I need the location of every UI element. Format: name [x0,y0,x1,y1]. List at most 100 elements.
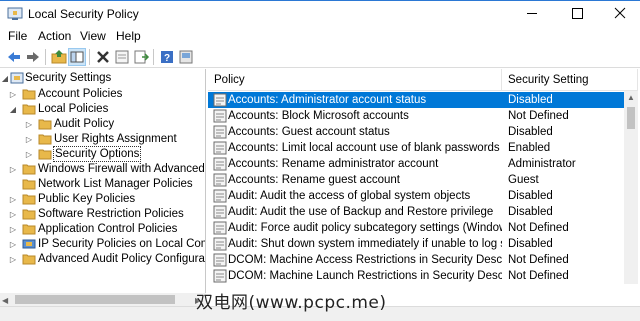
table-row[interactable]: DCOM: Machine Access Restrictions in Sec… [208,252,624,268]
policy-name: Audit: Force audit policy subcategory se… [228,222,502,234]
forward-button[interactable] [24,48,42,66]
tree-item-user-rights-assignment[interactable]: ▷ User Rights Assignment [0,132,205,147]
tree-horizontal-scrollbar[interactable]: ◀ ▶ [0,293,206,306]
folder-icon [22,89,36,100]
tree-item-account-policies[interactable]: ▷ Account Policies [0,87,205,102]
tree-item-advanced-audit[interactable]: ▷ Advanced Audit Policy Configuration [0,252,206,267]
chevron-right-icon[interactable]: ▷ [8,192,18,207]
policy-setting-icon [213,141,227,155]
delete-button[interactable] [94,48,112,66]
chevron-right-icon[interactable]: ▷ [8,237,18,252]
ip-security-icon [22,239,36,249]
tree-item-ip-security[interactable]: ▷ IP Security Policies on Local Compute [0,237,205,252]
tree-item-application-control[interactable]: ▷ Application Control Policies [0,222,205,237]
up-folder-button[interactable] [50,48,68,66]
policy-name: Accounts: Rename administrator account [228,158,439,170]
policy-setting-icon [213,189,227,203]
menu-file[interactable]: File [8,29,27,43]
table-row[interactable]: Audit: Audit the access of global system… [208,188,624,204]
menu-action[interactable]: Action [38,29,71,43]
tree-item-security-options[interactable]: ▷ Security Options [0,146,205,162]
export-list-icon [134,50,150,64]
table-row[interactable]: Accounts: Administrator account status Di… [208,92,624,108]
toolbar-separator [45,49,46,65]
properties-button[interactable] [113,48,131,66]
menu-help[interactable]: Help [116,29,141,43]
security-policy-icon [7,7,23,20]
chevron-right-icon[interactable]: ▷ [8,207,18,222]
tree-item-label: Security Settings [25,72,112,84]
chevron-right-icon[interactable]: ▷ [24,132,34,147]
toolbar-separator [89,49,90,65]
export-list-button[interactable] [132,48,150,66]
table-row[interactable]: DCOM: Machine Launch Restrictions in Sec… [208,268,624,284]
scrollbar-thumb[interactable] [627,107,635,129]
help-button[interactable]: ? [158,48,176,66]
tree-item-label: Network List Manager Policies [38,178,193,190]
policy-name: DCOM: Machine Access Restrictions in Sec… [228,254,502,266]
folder-icon [38,134,52,145]
column-header-security-setting[interactable]: Security Setting [502,69,638,91]
policy-setting-icon [213,221,227,235]
chevron-down-icon[interactable]: ◢ [0,71,10,86]
chevron-right-icon[interactable]: ▷ [8,162,18,177]
chevron-right-icon[interactable]: ▷ [24,147,34,162]
chevron-right-icon[interactable]: ▷ [24,117,34,132]
list-vertical-scrollbar[interactable]: ▲ [624,91,638,284]
policy-name: Accounts: Guest account status [228,126,390,138]
tree-item-audit-policy[interactable]: ▷ Audit Policy [0,117,205,132]
scrollbar-thumb[interactable] [15,295,175,304]
minimize-button[interactable] [510,1,554,26]
table-row[interactable]: Audit: Audit the use of Backup and Resto… [208,204,624,220]
tree-item-software-restriction[interactable]: ▷ Software Restriction Policies [0,207,205,222]
tree-item-label: Application Control Policies [38,223,178,235]
folder-icon [38,119,52,130]
table-row[interactable]: Audit: Force audit policy subcategory se… [208,220,624,236]
tree-item-network-list-manager[interactable]: Network List Manager Policies [0,177,205,192]
tree-item-public-key-policies[interactable]: ▷ Public Key Policies [0,192,205,207]
scroll-left-icon[interactable]: ◀ [2,296,8,305]
toolbar-separator [153,49,154,65]
security-setting-value: Disabled [508,126,553,138]
security-setting-value: Disabled [508,206,553,218]
table-row[interactable]: Accounts: Rename guest account Guest [208,172,624,188]
folder-icon [22,194,36,205]
security-settings-icon [10,72,24,84]
security-setting-value: Not Defined [508,110,569,122]
security-setting-value: Disabled [508,238,553,250]
policy-name: Audit: Audit the use of Backup and Resto… [228,206,494,218]
chevron-right-icon[interactable]: ▷ [8,87,18,102]
tree-item-label: Software Restriction Policies [38,208,184,220]
table-row[interactable]: Accounts: Limit local account use of bla… [208,140,624,156]
chevron-right-icon[interactable]: ▷ [8,252,18,267]
close-icon [614,7,626,19]
title-bar[interactable]: Local Security Policy [0,0,640,26]
back-button[interactable] [5,48,23,66]
table-row[interactable]: Accounts: Guest account status Disabled [208,124,624,140]
tree-item-label: Advanced Audit Policy Configuration [38,253,206,265]
tree-item-label: Local Policies [38,103,109,115]
security-setting-value: Not Defined [508,222,569,234]
tree-item-windows-firewall[interactable]: ▷ Windows Firewall with Advanced Secu [0,162,205,177]
table-row[interactable]: Audit: Shut down system immediately if u… [208,236,624,252]
folder-icon [38,149,52,160]
policy-name: Accounts: Block Microsoft accounts [228,110,409,122]
maximize-button[interactable] [555,1,599,26]
menu-view[interactable]: View [80,29,106,43]
tree-item-local-policies[interactable]: ◢ Local Policies [0,102,205,117]
tree-item-security-settings[interactable]: ◢ Security Settings [0,71,205,86]
snap-in-button[interactable] [177,48,195,66]
close-button[interactable] [598,1,640,26]
show-hide-tree-button[interactable] [68,48,86,66]
column-header-policy[interactable]: Policy [208,69,502,91]
scroll-up-icon[interactable]: ▲ [624,91,638,105]
chevron-down-icon[interactable]: ◢ [8,102,18,117]
chevron-right-icon[interactable]: ▷ [8,222,18,237]
table-row[interactable]: Accounts: Block Microsoft accounts Not De… [208,108,624,124]
window-title: Local Security Policy [28,7,139,21]
folder-icon [22,209,36,220]
security-setting-value: Not Defined [508,254,569,266]
policy-setting-icon [213,109,227,123]
watermark-text: 双电网(www.pcpc.me) [196,293,387,313]
table-row[interactable]: Accounts: Rename administrator account Ad… [208,156,624,172]
